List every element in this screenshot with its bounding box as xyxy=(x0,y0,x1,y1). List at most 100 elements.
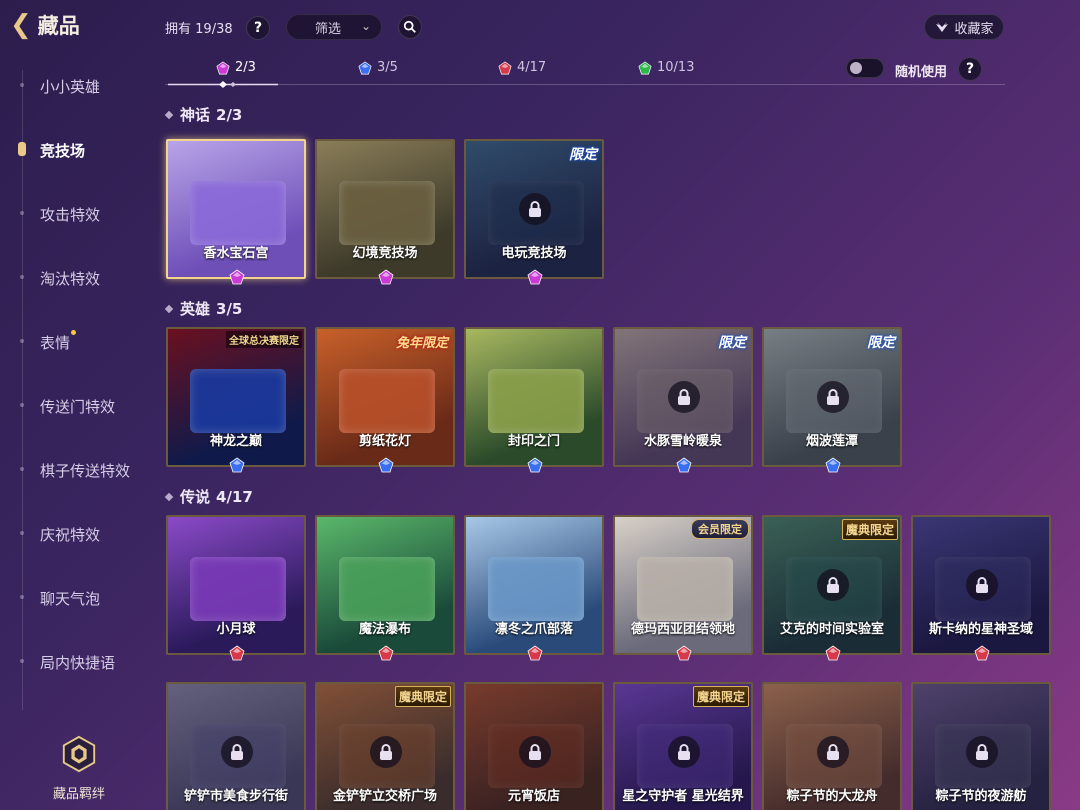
collection-bond-button[interactable]: 藏品羁绊 xyxy=(44,735,114,802)
gem-icon xyxy=(358,60,372,74)
lock-icon xyxy=(817,736,849,768)
arena-card[interactable]: 小月球 xyxy=(166,515,306,661)
arena-board xyxy=(190,557,286,621)
lock-icon xyxy=(966,569,998,601)
arena-card[interactable]: 粽子节的夜游舫 xyxy=(911,682,1051,810)
rarity-gem-icon xyxy=(676,645,692,661)
sidebar-item-label: 攻击特效 xyxy=(40,206,101,224)
back-button[interactable]: ❮ 藏品 xyxy=(10,10,80,40)
sidebar-item[interactable]: 表情 xyxy=(20,330,77,353)
sidebar-item[interactable]: 小小英雄 xyxy=(20,76,101,97)
sidebar-item[interactable]: 聊天气泡 xyxy=(20,588,100,609)
section-title: 神话 2/3 xyxy=(164,104,242,125)
limited-tag: 魔典限定 xyxy=(841,519,898,540)
sidebar-line xyxy=(22,70,23,710)
sidebar-item[interactable]: 竞技场 xyxy=(18,140,85,161)
toggle-knob xyxy=(850,62,862,74)
arena-card[interactable]: 凛冬之爪部落 xyxy=(464,515,604,661)
tier-tab[interactable]: 2/3 xyxy=(216,60,256,75)
sidebar-item-label: 小小英雄 xyxy=(40,78,101,96)
arena-card[interactable]: 魔法瀑布 xyxy=(315,515,455,661)
arena-card[interactable]: 限定 烟波莲潭 xyxy=(762,327,902,473)
dot-icon xyxy=(20,531,24,535)
tier-tab[interactable]: 3/5 xyxy=(358,60,398,75)
arena-name: 香水宝石宫 xyxy=(203,246,269,261)
lock-icon xyxy=(519,736,551,768)
collector-button[interactable]: 收藏家 xyxy=(924,14,1004,40)
tier-count: 10/13 xyxy=(657,60,695,75)
lock-icon xyxy=(817,381,849,413)
arena-name: 水豚雪岭暖泉 xyxy=(643,434,722,449)
dot-icon xyxy=(20,467,24,471)
sidebar-item-label: 庆祝特效 xyxy=(40,526,101,544)
hexagon-icon xyxy=(62,735,96,773)
sidebar-item[interactable]: 局内快捷语 xyxy=(20,652,116,673)
random-use-toggle[interactable] xyxy=(846,58,884,78)
rarity-gem-icon xyxy=(974,645,990,661)
section-count: 3/5 xyxy=(216,299,243,318)
tier-tab[interactable]: 10/13 xyxy=(638,60,694,75)
rarity-gem-icon xyxy=(676,457,692,473)
arena-card[interactable]: 魔典限定 金铲铲立交桥广场 xyxy=(315,682,455,810)
random-help-button[interactable]: ? xyxy=(958,57,982,81)
arena-board xyxy=(190,369,286,433)
arena-card[interactable]: 幻境竞技场 xyxy=(315,139,455,285)
dot-icon xyxy=(20,403,24,407)
tier-tab[interactable]: 4/17 xyxy=(498,60,546,75)
arena-name: 艾克的时间实验室 xyxy=(779,622,884,637)
arena-card[interactable]: 香水宝石宫 xyxy=(166,139,306,285)
arena-card[interactable]: 封印之门 xyxy=(464,327,604,473)
arena-card[interactable]: 魔典限定艾克的时间实验室 xyxy=(762,515,902,661)
active-indicator-icon xyxy=(18,142,26,156)
rarity-gem-icon xyxy=(229,269,245,285)
arena-card[interactable]: 会员限定 德玛西亚团结领地 xyxy=(613,515,753,661)
arena-card[interactable]: 斯卡纳的星神圣域 xyxy=(911,515,1051,661)
dot-icon xyxy=(20,275,24,279)
limited-tag: 限定 xyxy=(569,147,597,163)
tier-count: 4/17 xyxy=(517,60,547,75)
arena-board xyxy=(339,369,435,433)
filter-dropdown[interactable]: 筛选 ⌄ xyxy=(286,14,382,40)
random-use-label: 随机使用 xyxy=(895,65,948,80)
arena-name: 铲铲市美食步行街 xyxy=(183,789,288,804)
limited-tag: 全球总决赛限定 xyxy=(226,331,302,348)
limited-tag: 限定 xyxy=(718,335,746,351)
sidebar-item[interactable]: 庆祝特效 xyxy=(20,524,101,545)
owned-count: 19/38 xyxy=(195,22,233,37)
arena-card[interactable]: 铲铲市美食步行街 xyxy=(166,682,306,810)
arena-name: 粽子节的夜游舫 xyxy=(935,789,1027,804)
diamond-icon xyxy=(164,492,174,501)
arena-name: 烟波莲潭 xyxy=(805,434,858,449)
arena-card[interactable]: 兔年限定 剪纸花灯 xyxy=(315,327,455,473)
arena-card[interactable]: 元宵饭店 xyxy=(464,682,604,810)
arena-name: 粽子节的大龙舟 xyxy=(786,789,878,804)
limited-tag: 魔典限定 xyxy=(692,686,749,707)
lock-icon xyxy=(370,736,402,768)
search-icon xyxy=(403,20,416,33)
search-button[interactable] xyxy=(398,15,422,39)
arena-card[interactable]: 粽子节的大龙舟 xyxy=(762,682,902,810)
arena-card[interactable]: 限定水豚雪岭暖泉 xyxy=(613,327,753,473)
lock-icon xyxy=(519,193,551,225)
notification-dot-icon xyxy=(71,330,77,335)
limited-tag: 兔年限定 xyxy=(395,336,448,351)
arena-card[interactable]: 魔典限定 星之守护者 星光结界 xyxy=(613,682,753,810)
section-name: 英雄 xyxy=(180,300,211,318)
section-title: 英雄 3/5 xyxy=(164,298,243,319)
help-button[interactable]: ? xyxy=(246,16,270,40)
sidebar-item-label: 传送门特效 xyxy=(40,398,116,416)
arena-name: 德玛西亚团结领地 xyxy=(630,622,735,637)
arena-card[interactable]: 全球总决赛限定 神龙之巅 xyxy=(166,327,306,473)
rarity-gem-icon xyxy=(229,457,245,473)
sidebar-item[interactable]: 淘汰特效 xyxy=(20,268,100,289)
wings-icon xyxy=(936,22,949,32)
arena-name: 封印之门 xyxy=(507,434,560,449)
sidebar-item[interactable]: 传送门特效 xyxy=(20,396,116,417)
dot-icon xyxy=(20,659,24,663)
rarity-gem-icon xyxy=(825,457,841,473)
arena-card[interactable]: 限定 电玩竞技场 xyxy=(464,139,604,285)
sidebar-item-label: 局内快捷语 xyxy=(40,654,116,672)
sidebar-item[interactable]: 攻击特效 xyxy=(20,204,101,225)
sidebar-item[interactable]: 棋子传送特效 xyxy=(20,460,130,481)
arena-board xyxy=(339,181,435,245)
